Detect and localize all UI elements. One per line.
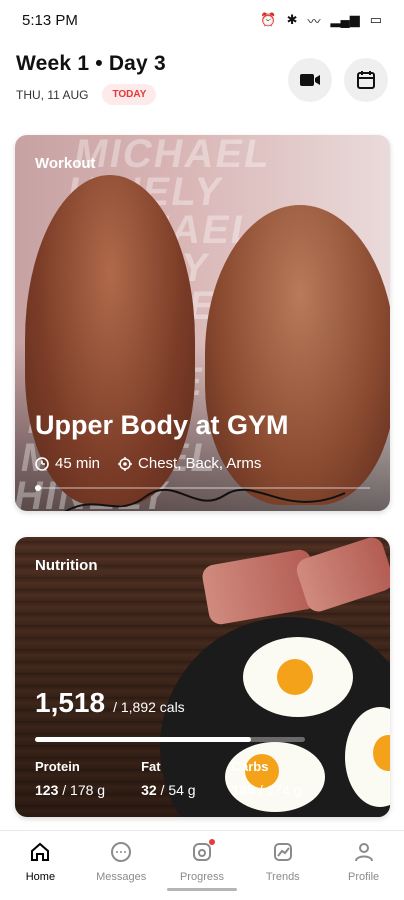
carousel-dot-active — [35, 485, 41, 491]
nav-home-label: Home — [25, 871, 56, 883]
workout-label: Workout — [35, 155, 96, 172]
video-button[interactable] — [288, 58, 332, 102]
macro-goal: / 178 g — [62, 782, 106, 798]
calories-progress-fill — [35, 737, 251, 742]
calendar-icon — [357, 71, 375, 89]
workout-title: Upper Body at GYM — [35, 410, 289, 440]
duration-text: 45 min — [55, 455, 101, 472]
macro-value: 185 / 174 g — [232, 782, 302, 798]
signal-icon: ▂▄▆ — [330, 12, 360, 27]
calories-summary: 1,518 / 1,892 cals — [35, 687, 185, 719]
food-image-egg — [243, 637, 353, 717]
nav-home[interactable]: Home — [5, 841, 75, 883]
status-icons: ⏰ ✱ 〰 ▂▄▆ ▭ — [260, 11, 382, 30]
macro-fat: Fat 32 / 54 g — [141, 759, 196, 798]
nav-messages[interactable]: Messages — [86, 841, 156, 883]
today-badge[interactable]: TODAY — [102, 84, 157, 105]
wifi-icon: 〰 — [307, 13, 321, 29]
macro-goal: / 54 g — [160, 782, 196, 798]
date-label: THU, 11 AUG — [16, 87, 89, 102]
header: Week 1 • Day 3 THU, 11 AUG TODAY — [16, 52, 388, 116]
video-icon — [300, 74, 320, 86]
egg-yolk-3 — [373, 735, 390, 771]
duration-item: 45 min — [35, 455, 100, 472]
nav-profile-label: Profile — [347, 871, 380, 883]
macro-current: 185 — [231, 782, 255, 798]
macro-goal: / 174 g — [258, 782, 302, 798]
nav-profile[interactable]: Profile — [329, 841, 399, 883]
nav-progress[interactable]: Progress — [167, 839, 237, 883]
food-image-bacon-2 — [293, 537, 390, 615]
macro-protein: Protein 123 / 178 g — [35, 759, 105, 798]
target-text: Chest, Back, Arms — [138, 455, 262, 472]
macro-carbs: Carbs 185 / 174 g — [232, 759, 302, 798]
trends-icon — [273, 843, 292, 861]
calendar-button[interactable] — [344, 58, 388, 102]
nutrition-card[interactable]: Nutrition 1,518 / 1,892 cals Protein 123… — [15, 537, 390, 817]
macro-label: Carbs — [231, 759, 269, 774]
workout-card[interactable]: MICHAEL HINELYMICHAEL HINELYMICHAEL HINE… — [15, 135, 390, 511]
macro-current: 32 — [141, 782, 157, 798]
macro-value: 123 / 178 g — [35, 782, 105, 798]
home-icon — [31, 842, 50, 861]
egg-yolk — [277, 659, 313, 695]
macros-row: Protein 123 / 178 g Fat 32 / 54 g Carbs … — [35, 759, 370, 798]
nav-trends[interactable]: Trends — [248, 841, 318, 883]
date-row: THU, 11 AUG TODAY — [16, 84, 388, 105]
page-title: Week 1 • Day 3 — [16, 52, 166, 75]
bluetooth-icon: ✱ — [286, 12, 298, 27]
macro-current: 123 — [35, 782, 59, 798]
progress-icon-wrap — [191, 839, 215, 863]
calories-progress-bar — [35, 737, 305, 742]
workout-meta: 45 min Chest, Back, Arms — [35, 455, 261, 472]
macro-value: 32 / 54 g — [141, 782, 196, 798]
battery-icon: ▭ — [369, 12, 382, 27]
home-indicator — [167, 888, 237, 891]
nav-messages-label: Messages — [96, 871, 147, 883]
clock-icon — [35, 456, 49, 471]
target-item: Chest, Back, Arms — [118, 455, 261, 472]
status-time: 5:13 PM — [22, 11, 78, 29]
macro-label: Fat — [141, 759, 161, 774]
status-bar: 5:13 PM ⏰ ✱ 〰 ▂▄▆ ▭ — [0, 0, 404, 40]
nav-trends-label: Trends — [265, 871, 300, 883]
profile-icon — [354, 843, 373, 862]
macro-label: Protein — [35, 759, 80, 774]
messages-icon — [111, 842, 132, 862]
notification-badge — [208, 839, 215, 845]
calories-goal: / 1,892 cals — [113, 699, 185, 715]
nutrition-label: Nutrition — [35, 557, 98, 574]
target-icon — [118, 456, 133, 471]
alarm-icon: ⏰ — [260, 12, 277, 27]
calories-value: 1,518 — [35, 687, 106, 718]
nav-progress-label: Progress — [179, 871, 224, 883]
carousel-indicator — [35, 485, 370, 491]
